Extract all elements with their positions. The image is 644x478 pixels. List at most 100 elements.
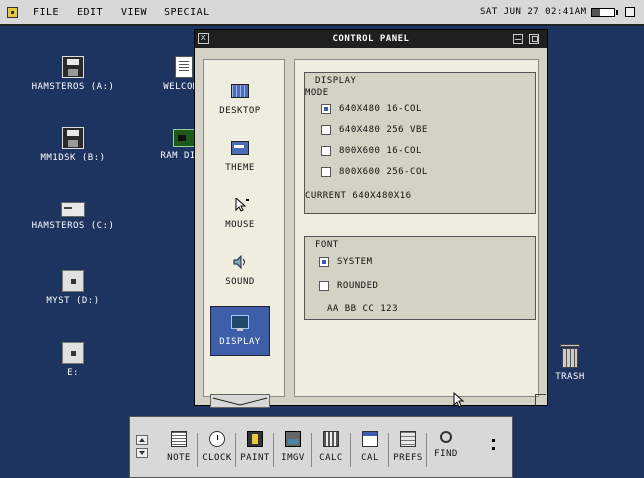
display-group: DISPLAY MODE 640X480 16-COL 640X480 256 … bbox=[304, 72, 536, 214]
monitor-icon bbox=[231, 315, 249, 331]
dock-app-label: PAINT bbox=[240, 453, 270, 463]
menu-special[interactable]: SPECIAL bbox=[164, 7, 210, 18]
chevron-down-icon bbox=[212, 397, 268, 406]
dock-scroll-down[interactable] bbox=[136, 448, 148, 458]
radio-button[interactable] bbox=[321, 104, 331, 114]
resize-grip[interactable] bbox=[535, 394, 546, 405]
menu-bar: FILE EDIT VIEW SPECIAL SAT JUN 27 02:41A… bbox=[0, 0, 644, 26]
desktop-icon-label: HAMSTEROS (A:) bbox=[31, 82, 115, 92]
radio-button[interactable] bbox=[319, 281, 329, 291]
category-theme[interactable]: THEME bbox=[210, 133, 270, 183]
dock-app-find[interactable]: FIND bbox=[428, 431, 464, 459]
battery-level-fill bbox=[592, 9, 600, 16]
category-label: SOUND bbox=[225, 277, 255, 287]
radio-button[interactable] bbox=[321, 167, 331, 177]
radio-label: ROUNDED bbox=[337, 281, 379, 291]
dock-app-prefs[interactable]: PREFS bbox=[390, 431, 426, 463]
dock-app-label: CLOCK bbox=[202, 453, 232, 463]
cd-drive-icon bbox=[62, 342, 84, 364]
category-display[interactable]: DISPLAY bbox=[210, 306, 270, 356]
dock: NOTE CLOCK PAINT IMGV CALC CAL PREFS FIN… bbox=[129, 416, 513, 478]
desktop-icon-drive-d[interactable]: MYST (D:) bbox=[23, 270, 123, 306]
radio-button[interactable] bbox=[321, 125, 331, 135]
cd-drive-icon bbox=[62, 270, 84, 292]
battery-tip bbox=[616, 10, 618, 15]
category-label: DESKTOP bbox=[219, 106, 261, 116]
mouse-cursor-icon bbox=[453, 392, 465, 408]
dock-app-label: FIND bbox=[434, 449, 458, 459]
dock-separator bbox=[311, 433, 312, 467]
radio-label: 640X480 256 VBE bbox=[339, 125, 428, 135]
dock-separator bbox=[197, 433, 198, 467]
radio-button[interactable] bbox=[321, 146, 331, 156]
desktop-icon-label: MYST (D:) bbox=[46, 296, 100, 306]
radio-label: 640X480 16-COL bbox=[339, 104, 422, 114]
current-mode-text: CURRENT 640X480X16 bbox=[305, 191, 412, 201]
font-group: FONT SYSTEM ROUNDED AA BB CC 123 bbox=[304, 236, 536, 320]
theme-icon bbox=[231, 141, 249, 155]
group-title: DISPLAY bbox=[315, 76, 357, 86]
paint-icon bbox=[247, 431, 263, 447]
desktop-icon-label: MM1DSK (B:) bbox=[40, 153, 106, 163]
minimize-icon[interactable] bbox=[513, 34, 523, 44]
dock-menu-icon[interactable] bbox=[492, 439, 496, 451]
hard-drive-icon bbox=[61, 202, 85, 217]
system-menu-icon[interactable] bbox=[7, 7, 18, 18]
dock-app-clock[interactable]: CLOCK bbox=[199, 431, 235, 463]
sidebar-scroll-down[interactable] bbox=[210, 394, 270, 408]
radio-label: 800X600 256-COL bbox=[339, 167, 428, 177]
clock-icon bbox=[209, 431, 225, 447]
menu-file[interactable]: FILE bbox=[33, 7, 59, 18]
desktop-icon-drive-c[interactable]: HAMSTEROS (C:) bbox=[23, 198, 123, 231]
speaker-icon bbox=[233, 255, 245, 269]
dock-app-label: IMGV bbox=[281, 453, 305, 463]
dock-scroller bbox=[136, 435, 150, 461]
category-sound[interactable]: SOUND bbox=[210, 247, 270, 297]
dock-app-imgv[interactable]: IMGV bbox=[275, 431, 311, 463]
calendar-icon bbox=[362, 431, 378, 447]
menu-edit[interactable]: EDIT bbox=[77, 7, 103, 18]
category-mouse[interactable]: MOUSE bbox=[210, 190, 270, 240]
dock-scroll-up[interactable] bbox=[136, 435, 148, 445]
dock-app-calc[interactable]: CALC bbox=[313, 431, 349, 463]
image-viewer-icon bbox=[285, 431, 301, 447]
dock-separator bbox=[235, 433, 236, 467]
category-sidebar: DESKTOP THEME MOUSE SOUND DISPLAY bbox=[203, 59, 285, 408]
dock-app-cal[interactable]: CAL bbox=[352, 431, 388, 463]
menubar-clock[interactable]: SAT JUN 27 02:41AM bbox=[480, 7, 587, 17]
system-tray-icon[interactable] bbox=[625, 7, 635, 17]
chevron-down-icon bbox=[139, 451, 145, 455]
note-icon bbox=[171, 431, 187, 447]
calculator-icon bbox=[323, 431, 339, 447]
dock-app-paint[interactable]: PAINT bbox=[237, 431, 273, 463]
dock-separator bbox=[426, 433, 427, 467]
desktop-icon-drive-b[interactable]: MM1DSK (B:) bbox=[23, 127, 123, 163]
settings-panel: DISPLAY MODE 640X480 16-COL 640X480 256 … bbox=[294, 59, 539, 397]
battery-icon bbox=[591, 8, 615, 17]
document-icon bbox=[175, 56, 193, 78]
desktop-icon-drive-a[interactable]: HAMSTEROS (A:) bbox=[23, 56, 123, 92]
floppy-disk-icon bbox=[62, 56, 84, 78]
window-title: CONTROL PANEL bbox=[332, 34, 410, 44]
category-label: MOUSE bbox=[225, 220, 255, 230]
desktop-icon-drive-e[interactable]: E: bbox=[23, 342, 123, 378]
category-desktop[interactable]: DESKTOP bbox=[210, 76, 270, 126]
dock-app-label: PREFS bbox=[393, 453, 423, 463]
group-title: FONT bbox=[315, 240, 339, 250]
menu-view[interactable]: VIEW bbox=[121, 7, 147, 18]
dock-separator bbox=[273, 433, 274, 467]
radio-label: SYSTEM bbox=[337, 257, 373, 267]
preferences-icon bbox=[400, 431, 416, 447]
radio-label: 800X600 16-COL bbox=[339, 146, 422, 156]
chevron-up-icon bbox=[139, 438, 145, 442]
desktop-icon-label: HAMSTEROS (C:) bbox=[31, 221, 115, 231]
maximize-icon[interactable] bbox=[529, 34, 539, 44]
memory-chip-icon bbox=[173, 129, 195, 147]
control-panel-window: x CONTROL PANEL DESKTOP THEME MOUSE SOUN… bbox=[194, 29, 548, 408]
find-icon bbox=[440, 431, 452, 443]
dock-app-note[interactable]: NOTE bbox=[161, 431, 197, 463]
dock-app-label: CALC bbox=[319, 453, 343, 463]
radio-button[interactable] bbox=[319, 257, 329, 267]
floppy-disk-icon bbox=[62, 127, 84, 149]
window-titlebar[interactable]: x CONTROL PANEL bbox=[195, 30, 547, 48]
